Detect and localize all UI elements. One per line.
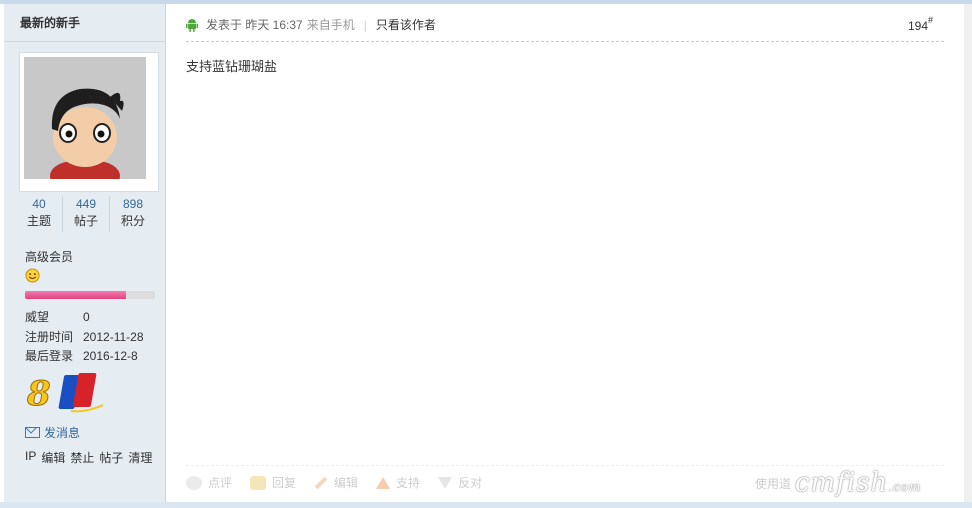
pencil-icon [314, 476, 328, 489]
author-name[interactable]: 最新的新手 [20, 14, 80, 31]
thumb-up-icon [376, 476, 391, 489]
oppose-label: 反对 [458, 476, 483, 490]
medal-icon[interactable]: 8 [25, 371, 105, 415]
android-icon [186, 18, 198, 32]
watermark-logo: cmfish.com [795, 468, 921, 498]
support-label: 支持 [396, 476, 421, 490]
support-button[interactable]: 支持 [376, 474, 420, 491]
use-item-link[interactable]: 使用道 [755, 475, 791, 492]
stat-threads[interactable]: 40 主题 [16, 196, 63, 232]
envelope-icon [25, 427, 40, 438]
admin-posts-link[interactable]: 帖子 [99, 449, 123, 466]
watermark-sub: .com [888, 480, 922, 494]
post-source: 来自手机 [306, 18, 355, 32]
info-value: 2012-11-28 [83, 329, 144, 344]
info-row: 注册时间 2012-11-28 [25, 328, 144, 348]
info-value: 0 [83, 310, 90, 324]
stat-value: 898 [122, 197, 144, 211]
stat-label: 主题 [26, 214, 51, 228]
stat-label: 积分 [120, 214, 145, 228]
info-key: 最后登录 [25, 349, 74, 363]
admin-edit-link[interactable]: 编辑 [41, 449, 65, 466]
comment-button[interactable]: 点评 [186, 474, 232, 491]
send-message-link[interactable]: 发消息 [25, 424, 80, 441]
info-row: 威望 0 [25, 308, 144, 328]
smile-icon [25, 268, 40, 283]
send-message-label: 发消息 [44, 426, 81, 440]
admin-ban-link[interactable]: 禁止 [70, 449, 94, 466]
avatar[interactable] [19, 52, 159, 192]
divider [4, 41, 165, 42]
stat-value: 40 [32, 197, 46, 211]
comment-icon [186, 475, 202, 490]
post-actions: 点评 回复 编辑 支持 反对 [186, 474, 500, 491]
edit-button[interactable]: 编辑 [314, 474, 358, 491]
floor-value: 194 [908, 19, 929, 33]
info-key: 威望 [25, 310, 50, 324]
info-row: 最后登录 2016-12-8 [25, 347, 144, 367]
edit-label: 编辑 [334, 476, 359, 490]
level-progress-fill [25, 291, 127, 299]
user-group[interactable]: 高级会员 [25, 248, 73, 265]
stat-value: 449 [75, 197, 97, 211]
post-content: 支持蓝钻珊瑚盐 [186, 59, 278, 74]
stat-points[interactable]: 898 积分 [110, 196, 156, 232]
comment-label: 点评 [208, 476, 233, 490]
admin-links: IP 编辑 禁止 帖子 清理 [25, 449, 152, 466]
scrollbar[interactable] [964, 4, 972, 502]
footer-divider [186, 465, 944, 466]
bottom-border [0, 502, 972, 508]
svg-text:8: 8 [26, 374, 51, 414]
stat-posts[interactable]: 449 帖子 [63, 196, 110, 232]
header-divider [186, 41, 944, 42]
info-key: 注册时间 [25, 329, 74, 344]
watermark-main: cmfish [795, 468, 889, 498]
info-value: 2016-12-8 [83, 349, 138, 363]
admin-clean-link[interactable]: 清理 [128, 449, 152, 466]
post-header: 发表于 昨天 16:37 来自手机 | 只看该作者 [186, 16, 436, 33]
floor-number[interactable]: 194# [908, 15, 934, 33]
author-info: 威望 0 注册时间 2012-11-28 最后登录 2016-12-8 [25, 308, 144, 367]
stat-label: 帖子 [73, 214, 98, 228]
thumb-down-icon [438, 476, 453, 489]
header-separator: | [363, 17, 367, 32]
reply-label: 回复 [272, 476, 297, 490]
reply-button[interactable]: 回复 [250, 474, 296, 491]
post-time: 发表于 昨天 16:37 [206, 18, 303, 32]
floor-mark: # [928, 15, 934, 25]
avatar-image [24, 57, 146, 179]
author-sidebar: 最新的新手 40 主题 449 帖子 898 积分 高级会员 威望 0 注册时间… [4, 4, 166, 502]
author-stats: 40 主题 449 帖子 898 积分 [16, 196, 156, 232]
oppose-button[interactable]: 反对 [438, 474, 482, 491]
reply-icon [250, 475, 267, 490]
admin-ip-link[interactable]: IP [25, 449, 36, 466]
level-progress-bar [25, 291, 155, 299]
only-author-link[interactable]: 只看该作者 [376, 16, 436, 33]
